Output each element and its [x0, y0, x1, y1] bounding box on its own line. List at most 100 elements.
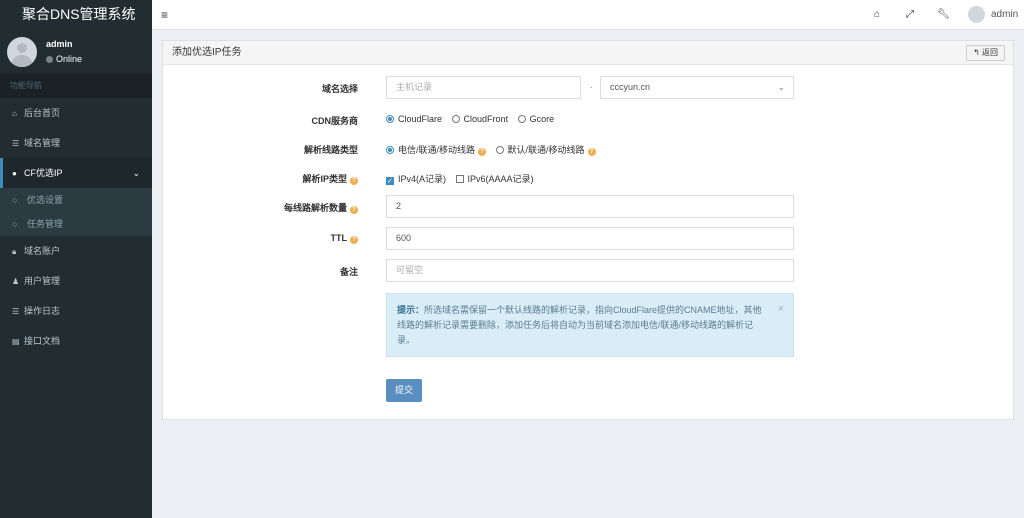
- sidebar-item-domains[interactable]: ☰ 域名管理: [0, 128, 152, 158]
- help-icon[interactable]: ?: [350, 206, 358, 214]
- count-label: 每线路解析数量?: [158, 201, 358, 214]
- sidebar-item-label: 操作日志: [24, 306, 61, 316]
- line-option-telecom[interactable]: 电信/联通/移动线路?: [386, 145, 487, 156]
- sidebar-item-accounts[interactable]: 🔒︎ 域名账户: [0, 236, 152, 266]
- book-icon: ▤: [12, 337, 20, 346]
- checkbox-checked-icon[interactable]: ✓: [386, 177, 394, 185]
- cdn-option-cloudflare[interactable]: CloudFlare: [386, 114, 442, 124]
- domain-select-value: cccyun.cn: [610, 82, 651, 92]
- option-label: IPv4(A记录): [398, 174, 447, 184]
- subitem-label: 任务管理: [27, 219, 64, 229]
- sidebar-item-cf-ip[interactable]: ● CF优选IP ⌄: [0, 158, 152, 188]
- help-icon[interactable]: ?: [350, 177, 358, 185]
- menu-toggle-icon[interactable]: ≡: [161, 0, 168, 30]
- cdn-option-gcore[interactable]: Gcore: [517, 114, 555, 124]
- sidebar-item-logs[interactable]: ☰ 操作日志: [0, 296, 152, 326]
- sidebar-item-label: 接口文档: [24, 336, 61, 346]
- sidebar-item-users[interactable]: ♟ 用户管理: [0, 266, 152, 296]
- checkbox-icon[interactable]: [455, 175, 464, 183]
- panel-title: 添加优选IP任务 ↰ 返回: [163, 41, 1013, 65]
- help-icon[interactable]: ?: [478, 148, 487, 156]
- ipv4-checkbox[interactable]: ✓ IPv4(A记录): [386, 174, 447, 185]
- sidebar-item-label: 域名账户: [24, 246, 61, 256]
- user-status: Online: [46, 54, 82, 64]
- ip-type-label: 解析IP类型?: [158, 172, 358, 185]
- user-name: admin: [46, 39, 73, 49]
- ipv6-checkbox[interactable]: IPv6(AAAA记录): [455, 174, 534, 184]
- status-dot-icon: [46, 56, 53, 63]
- cdn-label: CDN服务商: [311, 116, 359, 126]
- option-label: CloudFront: [463, 114, 509, 124]
- user-panel: admin Online: [0, 30, 152, 73]
- sidebar-item-label: CF优选IP: [24, 168, 63, 178]
- panel-title-text: 添加优选IP任务: [172, 47, 242, 58]
- option-label: IPv6(AAAA记录): [467, 174, 534, 184]
- tip-alert: 提示：所选域名需保留一个默认线路的解析记录，指向CloudFlare提供的CNA…: [386, 293, 794, 357]
- header-avatar[interactable]: [968, 6, 985, 23]
- submit-button[interactable]: 提交: [386, 379, 422, 402]
- sidebar-item-label: 域名管理: [24, 138, 61, 148]
- top-header: ≡ ⌂ ⤢ 🔧︎ admin: [152, 0, 1024, 30]
- chevron-down-icon: ⌄: [777, 82, 785, 92]
- user-icon: ♟: [12, 277, 20, 286]
- count-input[interactable]: 2: [386, 195, 794, 218]
- home-icon[interactable]: ⌂: [874, 0, 880, 30]
- back-label: 返回: [982, 48, 998, 57]
- lock-icon: 🔒︎: [12, 247, 17, 256]
- avatar: [7, 37, 37, 67]
- sidebar-subitem-settings[interactable]: ○ 优选设置: [0, 188, 152, 212]
- close-icon[interactable]: ×: [778, 302, 784, 317]
- fullscreen-icon[interactable]: ⤢: [906, 0, 914, 30]
- ttl-input[interactable]: 600: [386, 227, 794, 250]
- sidebar: 聚合DNS管理系统 admin Online 功能导航 ⌂ 后台首页 ☰ 域名管理 …: [0, 0, 152, 518]
- circle-icon: ○: [12, 219, 18, 229]
- ttl-label: TTL?: [158, 233, 358, 244]
- tip-title: 提示：: [397, 305, 425, 315]
- task-panel: 添加优选IP任务 ↰ 返回 域名选择 主机记录 . cccyun.cn ⌄ CDN…: [162, 40, 1014, 420]
- help-icon[interactable]: ?: [350, 236, 358, 244]
- nav-header: 功能导航: [0, 73, 152, 98]
- app-title[interactable]: 聚合DNS管理系统: [0, 0, 152, 30]
- radio-icon[interactable]: [451, 115, 460, 123]
- ip-type-label-text: 解析IP类型: [302, 174, 347, 184]
- host-record-input[interactable]: 主机记录: [386, 76, 581, 99]
- wrench-icon[interactable]: 🔧︎: [937, 0, 950, 30]
- cdn-options: CloudFlare CloudFront Gcore: [386, 114, 561, 124]
- separator: .: [590, 80, 593, 90]
- option-label: 电信/联通/移动线路: [398, 145, 476, 155]
- sidebar-item-label: 后台首页: [24, 108, 61, 118]
- circle-icon: ○: [12, 195, 18, 205]
- globe-icon: ●: [12, 169, 17, 178]
- header-username[interactable]: admin: [991, 0, 1018, 30]
- ttl-label-text: TTL: [330, 233, 348, 243]
- subitem-label: 优选设置: [27, 195, 64, 205]
- back-button[interactable]: ↰ 返回: [966, 45, 1005, 61]
- status-text: Online: [56, 54, 83, 64]
- option-label: 默认/联通/移动线路: [507, 145, 585, 155]
- line-option-default[interactable]: 默认/联通/移动线路?: [495, 145, 596, 156]
- sidebar-subitem-tasks[interactable]: ○ 任务管理: [0, 212, 152, 236]
- radio-checked-icon[interactable]: [386, 115, 394, 123]
- help-icon[interactable]: ?: [587, 148, 596, 156]
- sidebar-item-api-docs[interactable]: ▤ 接口文档: [0, 326, 152, 356]
- ip-type-options: ✓ IPv4(A记录) IPv6(AAAA记录): [386, 172, 541, 185]
- radio-icon[interactable]: [495, 146, 504, 154]
- home-icon: ⌂: [12, 109, 17, 118]
- option-label: CloudFlare: [398, 114, 443, 124]
- radio-icon[interactable]: [517, 115, 526, 123]
- sidebar-item-home[interactable]: ⌂ 后台首页: [0, 98, 152, 128]
- tip-text: 所选域名需保留一个默认线路的解析记录，指向CloudFlare提供的CNAME地…: [397, 305, 762, 345]
- line-type-label: 解析线路类型: [303, 145, 358, 155]
- domain-select[interactable]: cccyun.cn ⌄: [600, 76, 794, 99]
- radio-checked-icon[interactable]: [386, 146, 394, 154]
- count-label-text: 每线路解析数量: [283, 203, 347, 213]
- remark-input[interactable]: 可留空: [386, 259, 794, 282]
- list-icon: ☰: [12, 139, 20, 148]
- reply-icon: ↰: [973, 48, 980, 57]
- line-type-options: 电信/联通/移动线路? 默认/联通/移动线路?: [386, 143, 603, 156]
- submenu: ○ 优选设置 ○ 任务管理: [0, 188, 152, 236]
- chevron-down-icon: ⌄: [132, 168, 140, 178]
- cdn-option-cloudfront[interactable]: CloudFront: [451, 114, 509, 124]
- list-icon: ☰: [12, 307, 20, 316]
- option-label: Gcore: [529, 114, 555, 124]
